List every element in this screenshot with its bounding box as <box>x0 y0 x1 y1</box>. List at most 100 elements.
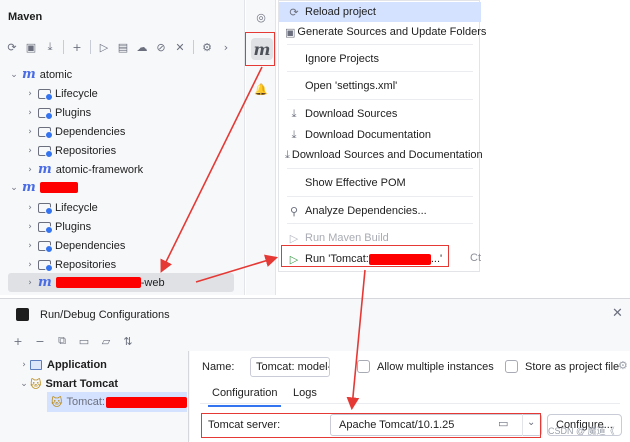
close-icon[interactable]: ✕ <box>612 306 623 321</box>
tree-item-plugins[interactable]: › Plugins <box>24 217 91 236</box>
tree-item-smart-tomcat[interactable]: ⌄ 🐱 Smart Tomcat <box>18 375 118 393</box>
collapse-icon[interactable]: ✕ <box>172 39 188 55</box>
menu-separator <box>287 71 473 72</box>
menu-item-generate-sources[interactable]: ▣ Generate Sources and Update Folders <box>279 22 486 42</box>
download-icon: ⤓ <box>291 107 297 120</box>
maven-module-icon: m <box>38 162 52 177</box>
tab-divider <box>200 403 620 404</box>
tree-item-atomic[interactable]: ⌄ m atomic <box>8 65 72 84</box>
redacted-module-name <box>55 277 141 288</box>
tree-item-atomic-framework[interactable]: › m atomic-framework <box>24 160 143 179</box>
tree-item-label: Dependencies <box>55 239 126 252</box>
run-icon[interactable]: ▷ <box>96 39 112 55</box>
intellij-logo-icon <box>16 308 29 321</box>
chevron-right-icon[interactable]: › <box>18 360 30 370</box>
notifications-icon[interactable]: 🔔 <box>252 80 270 98</box>
tree-item-lifecycle[interactable]: › Lifecycle <box>24 84 98 103</box>
dialog-toolbar: + − ⧉ ▭ ▱ ⇅ <box>10 333 136 349</box>
folder-icon[interactable]: ▭ <box>498 417 508 430</box>
tree-item-label: Dependencies <box>55 125 126 138</box>
execute-goal-icon[interactable]: ▤ <box>115 39 131 55</box>
save-icon[interactable]: ▭ <box>76 333 92 349</box>
skip-tests-icon[interactable]: ⊘ <box>153 39 169 55</box>
folder-icon <box>38 240 53 253</box>
background-area <box>480 0 630 295</box>
chevron-right-icon[interactable]: › <box>24 127 36 137</box>
tree-item-module[interactable]: ⌄ m <box>8 178 78 197</box>
menu-item-reload-project[interactable]: ⟳ Reload project <box>279 2 481 22</box>
menu-item-download-sources-and-docs[interactable]: ⤓ Download Sources and Documentation <box>279 145 483 165</box>
chevron-down-icon[interactable]: ⌄ <box>527 417 535 428</box>
store-as-file-checkbox[interactable] <box>505 360 518 373</box>
tree-item-tomcat-config[interactable]: 🐱 Tomcat: <box>47 392 187 412</box>
chevron-right-icon[interactable]: › <box>24 203 36 213</box>
download-icon: ⤓ <box>285 148 290 161</box>
tree-item-label: atomic <box>39 68 73 81</box>
chevron-right-icon[interactable]: › <box>24 241 36 251</box>
store-as-file-label: Store as project file <box>525 361 620 373</box>
remove-icon[interactable]: − <box>32 333 48 349</box>
menu-item-open-settings-xml[interactable]: Open 'settings.xml' <box>279 76 481 96</box>
redacted-config-name <box>368 253 431 265</box>
menu-item-run-maven-build[interactable]: ▷ Run Maven Build <box>279 228 481 248</box>
redacted-config-name <box>105 396 187 408</box>
chevron-right-icon[interactable]: › <box>24 222 36 232</box>
ai-assistant-icon[interactable]: ◎ <box>252 8 270 26</box>
add-icon[interactable]: + <box>10 333 26 349</box>
tree-item-dependencies[interactable]: › Dependencies <box>24 236 125 255</box>
run-icon: ▷ <box>289 231 299 245</box>
refresh-icon[interactable]: ⟳ <box>4 39 20 55</box>
chevron-right-icon[interactable]: › <box>24 165 36 175</box>
menu-separator <box>287 99 473 100</box>
folder-icon <box>38 88 53 101</box>
tree-item-application[interactable]: › Application <box>18 356 107 374</box>
folder-icon[interactable]: ▱ <box>98 333 114 349</box>
tab-configuration[interactable]: Configuration <box>207 387 282 407</box>
chevron-right-icon[interactable]: › <box>24 108 36 118</box>
download-icon[interactable]: ⤓ <box>42 39 58 55</box>
tab-logs[interactable]: Logs <box>293 387 317 399</box>
tree-item-plugins[interactable]: › Plugins <box>24 103 91 122</box>
configuration-tree: › Application ⌄ 🐱 Smart Tomcat 🐱 Tomcat: <box>0 351 189 442</box>
gear-icon[interactable]: ⚙ <box>618 359 628 372</box>
maven-icon[interactable]: m <box>251 38 273 60</box>
tree-item-lifecycle[interactable]: › Lifecycle <box>24 198 98 217</box>
tree-item-web-module[interactable]: › m -web <box>8 273 234 292</box>
menu-item-show-effective-pom[interactable]: Show Effective POM <box>279 173 481 193</box>
tree-item-repositories[interactable]: › Repositories <box>24 141 116 160</box>
settings-icon[interactable]: ⚙ <box>199 39 215 55</box>
tree-item-repositories[interactable]: › Repositories <box>24 255 116 274</box>
offline-icon[interactable]: ☁ <box>134 39 150 55</box>
chevron-down-icon[interactable]: ⌄ <box>8 70 20 80</box>
menu-item-ignore-projects[interactable]: Ignore Projects <box>279 49 481 69</box>
menu-item-run-tomcat[interactable]: ▷ Run 'Tomcat: ...' <box>279 249 481 269</box>
watermark: CSDN @ 魔道《 <box>548 426 615 436</box>
redacted-module-name <box>39 182 78 193</box>
add-icon[interactable]: + <box>69 39 85 55</box>
allow-multiple-checkbox[interactable] <box>357 360 370 373</box>
generate-sources-icon[interactable]: ▣ <box>23 39 39 55</box>
menu-item-download-sources[interactable]: ⤓ Download Sources <box>279 104 481 124</box>
tomcat-icon: 🐱 <box>30 377 42 391</box>
menu-item-download-documentation[interactable]: ⤓ Download Documentation <box>279 125 481 145</box>
tomcat-server-select[interactable]: Apache Tomcat/10.1.25 <box>330 414 542 436</box>
chevron-down-icon[interactable]: ⌄ <box>18 379 30 389</box>
maven-module-icon: m <box>22 67 36 82</box>
name-field[interactable]: Tomcat: model- <box>250 357 330 377</box>
sort-icon[interactable]: ⇅ <box>120 333 136 349</box>
chevron-right-icon[interactable]: › <box>24 146 36 156</box>
chevron-right-icon[interactable]: › <box>24 260 36 270</box>
chevron-down-icon[interactable]: ⌄ <box>8 183 20 193</box>
folder-icon <box>38 259 53 272</box>
tree-item-dependencies[interactable]: › Dependencies <box>24 122 125 141</box>
chevron-right-icon[interactable]: › <box>218 39 234 55</box>
menu-item-analyze-dependencies[interactable]: ⚲ Analyze Dependencies... <box>279 201 481 221</box>
folder-icon <box>38 126 53 139</box>
chevron-right-icon[interactable]: › <box>24 89 36 99</box>
download-icon: ⤓ <box>291 128 297 141</box>
chevron-right-icon[interactable]: › <box>24 278 36 288</box>
copy-icon[interactable]: ⧉ <box>54 333 70 349</box>
run-icon: ▷ <box>289 252 299 266</box>
maven-tool-window: Maven ⟳ ▣ ⤓ + ▷ ▤ ☁ ⊘ ✕ ⚙ › ⌄ m atomic ›… <box>0 0 245 295</box>
dialog-title: Run/Debug Configurations <box>40 309 170 321</box>
